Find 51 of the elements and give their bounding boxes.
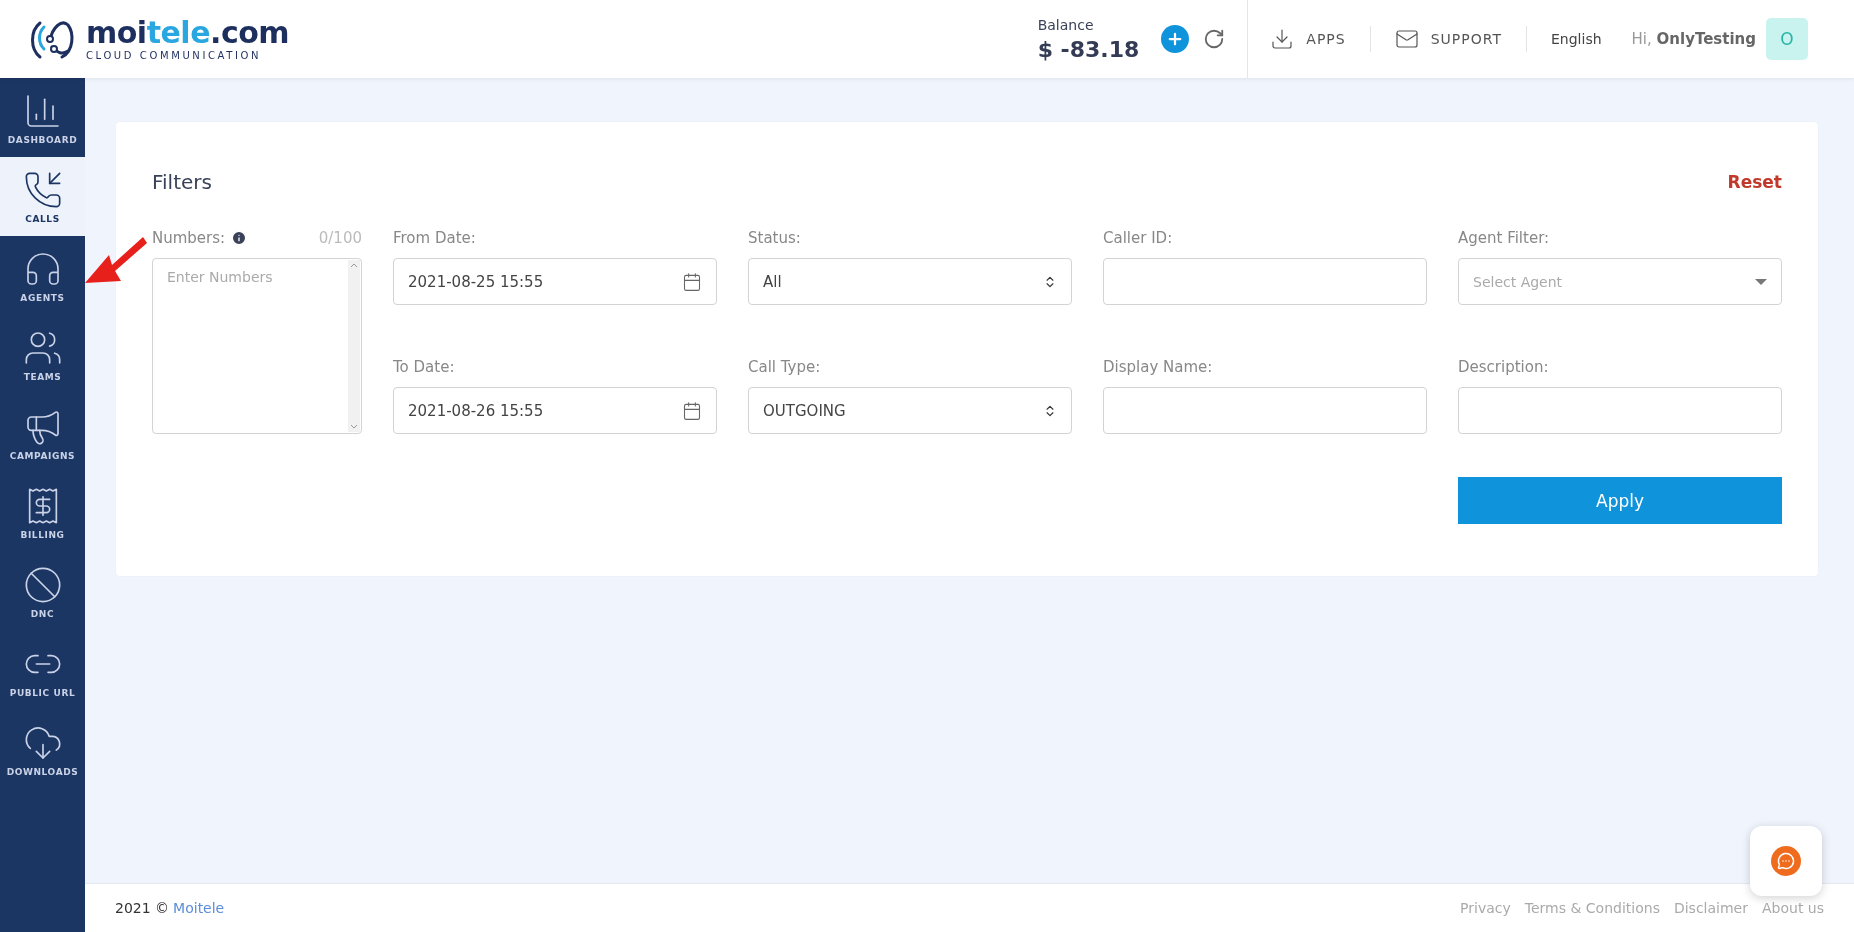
sidebar-item[interactable]: PUBLIC URL <box>0 631 85 710</box>
field-label: From Date: <box>393 229 476 247</box>
download-icon <box>1270 27 1295 51</box>
field-label: To Date: <box>393 358 455 376</box>
user-greeting: Hi, OnlyTesting <box>1631 30 1756 48</box>
sidebar-item[interactable]: DOWNLOADS <box>0 710 85 789</box>
select-field[interactable]: All <box>748 258 1072 305</box>
tagline: CLOUD COMMUNICATION <box>86 49 262 61</box>
field-label: Agent Filter: <box>1458 229 1550 247</box>
chevron-up-icon[interactable] <box>350 263 358 268</box>
card-title: Filters <box>152 170 212 194</box>
brand-name: moitele.com <box>86 17 290 48</box>
copyright: 2021 © <box>115 900 170 916</box>
chat-icon <box>1777 852 1795 870</box>
balance-label: Balance <box>1037 16 1095 33</box>
field-label: Caller ID: <box>1103 229 1173 247</box>
date-field[interactable]: 2021-08-25 15:55 <box>393 258 717 305</box>
field-label: Status: <box>748 229 801 247</box>
info-icon[interactable] <box>231 230 248 246</box>
input-field[interactable] <box>1458 387 1782 434</box>
sidebar-item[interactable]: DASHBOARD <box>0 78 85 157</box>
caret-icon <box>1755 278 1767 285</box>
field-label: Display Name: <box>1103 358 1213 376</box>
envelope-icon <box>1394 27 1419 51</box>
sidebar-item[interactable]: DNC <box>0 552 85 631</box>
chat-button[interactable] <box>1750 826 1822 896</box>
sidebar-item[interactable]: CAMPAIGNS <box>0 394 85 473</box>
sidebar-item[interactable]: AGENTS <box>0 236 85 315</box>
field-label: Description: <box>1458 358 1549 376</box>
scrollbar[interactable] <box>348 260 360 432</box>
chevron-down-icon[interactable] <box>350 424 358 429</box>
calendar-icon <box>682 271 702 292</box>
nav-link[interactable]: APPS <box>1270 27 1346 51</box>
sidebar-item[interactable]: TEAMS <box>0 315 85 394</box>
field-label: Call Type: <box>748 358 821 376</box>
sidebar-item[interactable]: CALLS <box>0 157 85 236</box>
input-field[interactable] <box>1103 387 1427 434</box>
input-field[interactable] <box>1103 258 1427 305</box>
field-label: Numbers: <box>152 229 226 247</box>
refresh-button[interactable] <box>1203 28 1226 50</box>
placeholder: Enter Numbers <box>167 269 273 287</box>
balance-amount: $ -83.18 <box>1037 36 1140 62</box>
nav-link[interactable]: SUPPORT <box>1394 27 1502 51</box>
calendar-icon <box>682 400 702 421</box>
sidebar-item[interactable]: BILLING <box>0 473 85 552</box>
character-counter: 0/100 <box>318 229 362 247</box>
language-selector[interactable]: English <box>1551 31 1602 47</box>
select-field[interactable]: OUTGOING <box>748 387 1072 434</box>
add-funds-button[interactable] <box>1161 25 1190 53</box>
date-field[interactable]: 2021-08-26 15:55 <box>393 387 717 434</box>
reset-link[interactable]: Reset <box>1727 172 1782 192</box>
